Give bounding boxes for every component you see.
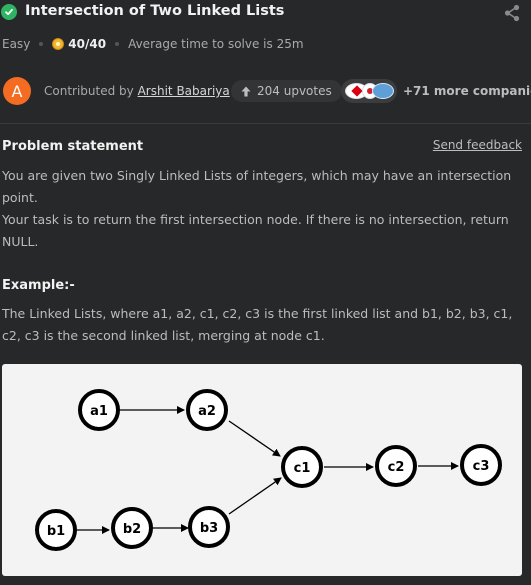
send-feedback-link[interactable]: Send feedback bbox=[433, 138, 522, 152]
separator-dot bbox=[115, 42, 120, 46]
node-b3: b3 bbox=[188, 506, 230, 548]
difficulty-label: Easy bbox=[2, 37, 31, 51]
node-a1-label: a1 bbox=[90, 404, 108, 419]
statement-paragraph: Your task is to return the first interse… bbox=[2, 212, 509, 249]
problem-title: Intersection of Two Linked Lists bbox=[25, 3, 285, 19]
coin-icon bbox=[52, 38, 65, 50]
node-c2: c2 bbox=[375, 445, 417, 487]
problem-statement-heading: Problem statement bbox=[2, 139, 144, 154]
node-a2-label: a2 bbox=[198, 404, 216, 419]
edge-b3-c1 bbox=[228, 477, 282, 515]
node-b3-label: b3 bbox=[200, 521, 218, 536]
node-c1: c1 bbox=[281, 446, 323, 488]
contributed-by-label: Contributed by bbox=[44, 84, 134, 98]
node-c1-label: c1 bbox=[294, 461, 311, 476]
avatar[interactable]: A bbox=[3, 77, 31, 105]
arrow-up-icon bbox=[241, 86, 251, 96]
separator-dot bbox=[39, 42, 44, 46]
average-time: Average time to solve is 25m bbox=[128, 37, 304, 51]
node-a2: a2 bbox=[186, 389, 228, 431]
edge-a2-c1 bbox=[228, 420, 281, 457]
node-a1: a1 bbox=[78, 389, 120, 431]
share-icon[interactable] bbox=[503, 4, 521, 22]
linked-list-diagram: a1 a2 c1 c2 c3 b1 b2 b3 bbox=[2, 364, 522, 576]
divider bbox=[0, 123, 531, 124]
company-logo-blue bbox=[372, 83, 394, 99]
node-b1: b1 bbox=[35, 509, 77, 551]
statement-paragraph: You are given two Singly Linked Lists of… bbox=[2, 168, 512, 205]
score-value: 40/40 bbox=[68, 37, 107, 51]
check-circle-icon bbox=[1, 4, 17, 20]
diagram-svg: a1 a2 c1 c2 c3 b1 b2 b3 bbox=[35, 389, 502, 551]
upvote-count: 204 upvotes bbox=[257, 84, 332, 98]
node-c3-label: c3 bbox=[473, 459, 490, 474]
problem-header: Intersection of Two Linked Lists bbox=[0, 0, 531, 28]
contributed-by: Contributed by Arshit Babariya bbox=[44, 84, 230, 98]
node-b2: b2 bbox=[111, 507, 153, 549]
node-b2-label: b2 bbox=[123, 522, 141, 537]
contributor-row: A Contributed by Arshit Babariya 204 upv… bbox=[3, 77, 531, 107]
example-paragraph: The Linked Lists, where a1, a2, c1, c2, … bbox=[2, 306, 513, 343]
example-heading: Example:- bbox=[2, 278, 75, 293]
node-b1-label: b1 bbox=[47, 524, 65, 539]
contributor-name-link[interactable]: Arshit Babariya bbox=[138, 84, 230, 98]
more-companies-link[interactable]: +71 more companies bbox=[403, 84, 531, 98]
problem-meta: Easy 40/40 Average time to solve is 25m bbox=[2, 36, 304, 52]
upvote-button[interactable]: 204 upvotes bbox=[231, 80, 342, 102]
node-c3: c3 bbox=[460, 444, 502, 486]
company-logos[interactable] bbox=[341, 79, 397, 103]
node-c2-label: c2 bbox=[388, 460, 405, 475]
